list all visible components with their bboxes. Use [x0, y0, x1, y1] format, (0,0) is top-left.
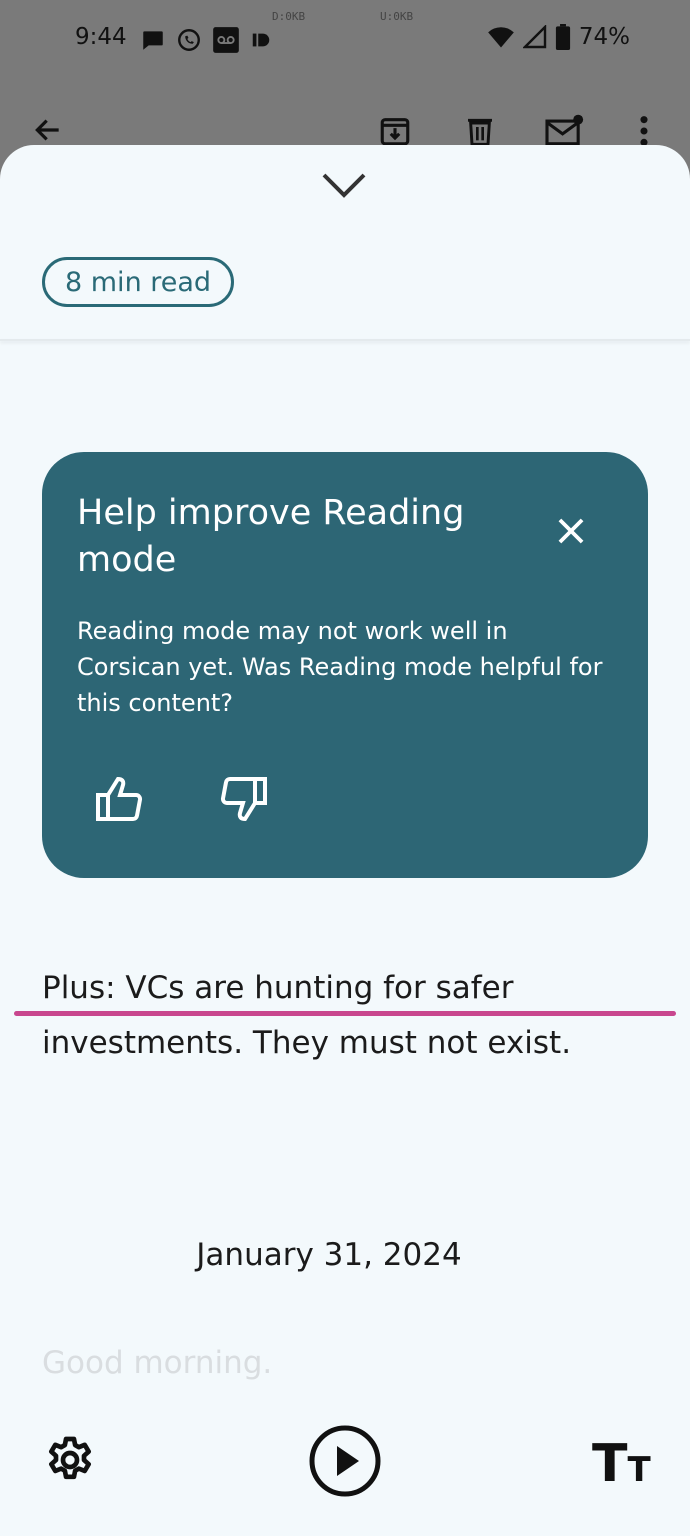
- status-bar: 9:44 D:0KB U:0KB 74%: [0, 0, 690, 84]
- more-options-icon[interactable]: [638, 114, 650, 148]
- system-icons: 74%: [487, 24, 630, 50]
- faded-body-text: Good morning.: [42, 1345, 273, 1381]
- collapse-chevron-icon[interactable]: [320, 167, 368, 201]
- mark-unread-icon[interactable]: [544, 114, 584, 148]
- reading-highlight-line: [14, 1011, 676, 1016]
- header-divider: [0, 339, 690, 341]
- delete-icon[interactable]: [464, 114, 496, 148]
- settings-gear-icon[interactable]: [42, 1432, 98, 1488]
- thumbs-down-icon[interactable]: [217, 774, 269, 824]
- play-icon[interactable]: [308, 1424, 382, 1498]
- battery-icon: [555, 24, 570, 50]
- whatsapp-icon: [178, 29, 200, 51]
- upload-speed: U:0KB: [380, 10, 414, 23]
- download-speed: D:0KB: [272, 10, 306, 23]
- read-time-chip: 8 min read: [42, 257, 235, 307]
- archive-icon[interactable]: [378, 114, 412, 148]
- app-icon: [252, 33, 270, 47]
- notification-icons: [140, 26, 272, 54]
- article-headline: Plus: VCs are hunting for safer investme…: [42, 970, 572, 1061]
- wifi-icon: [488, 27, 514, 48]
- close-icon[interactable]: [552, 512, 590, 550]
- voicemail-icon: [213, 27, 239, 53]
- back-arrow-icon[interactable]: [32, 114, 64, 146]
- text-size-big-t: T: [592, 1434, 628, 1494]
- status-time: 9:44: [75, 24, 127, 50]
- thumbs-up-icon[interactable]: [94, 774, 146, 824]
- reading-mode-sheet: 8 min read Help improve Reading mode Rea…: [0, 145, 690, 1536]
- text-size-small-t: T: [627, 1450, 651, 1490]
- reading-controls: TT: [0, 1400, 690, 1536]
- chat-icon: [143, 31, 163, 50]
- article-date: January 31, 2024: [196, 1237, 462, 1273]
- battery-percent: 74%: [578, 24, 630, 50]
- feedback-title: Help improve Reading mode: [77, 493, 465, 580]
- feedback-body: Reading mode may not work well in Corsic…: [77, 617, 603, 717]
- signal-icon: [522, 25, 547, 49]
- feedback-card: Help improve Reading mode Reading mode m…: [42, 452, 648, 878]
- text-size-icon[interactable]: TT: [592, 1434, 651, 1494]
